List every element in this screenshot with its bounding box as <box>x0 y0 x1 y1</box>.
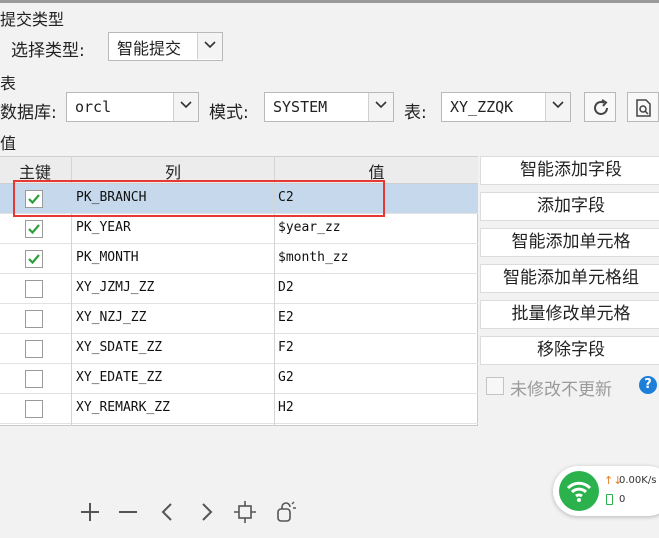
value-cell[interactable]: H2 <box>278 400 294 415</box>
chevron-down-icon[interactable] <box>197 33 222 59</box>
value-cell[interactable]: F2 <box>278 340 294 355</box>
help-icon[interactable]: ? <box>639 376 657 394</box>
refresh-icon <box>594 99 608 115</box>
unlink-icon[interactable] <box>273 500 297 524</box>
primary-key-checkbox[interactable] <box>25 280 43 298</box>
preview-button[interactable] <box>627 92 659 122</box>
refresh-button[interactable] <box>584 92 616 122</box>
smart-add-field-button[interactable]: 智能添加字段 <box>480 156 659 185</box>
primary-key-checkbox[interactable] <box>25 250 43 268</box>
select-all-icon[interactable] <box>233 500 257 524</box>
remove-field-button[interactable]: 移除字段 <box>480 336 659 365</box>
value-cell[interactable]: $year_zz <box>278 220 341 235</box>
value-cell[interactable]: D2 <box>278 280 294 295</box>
add-field-button[interactable]: 添加字段 <box>480 192 659 221</box>
table-select[interactable]: XY_ZZQK <box>441 92 571 122</box>
top-border <box>0 0 659 3</box>
network-speed: 0.00K/s <box>619 475 657 486</box>
smart-add-cell-group-button[interactable]: 智能添加单元格组 <box>480 264 659 293</box>
chevron-down-icon[interactable] <box>368 93 393 121</box>
schema-select[interactable]: SYSTEM <box>264 92 394 122</box>
primary-key-checkbox[interactable] <box>25 220 43 238</box>
preview-icon <box>636 99 651 117</box>
column-name-cell[interactable]: XY_REMARK_ZZ <box>76 400 170 415</box>
database-value: orcl <box>75 98 112 116</box>
chevron-down-icon[interactable] <box>545 93 570 121</box>
chevron-right-icon[interactable] <box>194 500 218 524</box>
no-update-label: 未修改不更新 <box>510 380 612 400</box>
wifi-icon <box>559 471 599 511</box>
battery-icon <box>606 494 613 505</box>
schema-value: SYSTEM <box>273 98 328 116</box>
schema-label: 模式: <box>209 103 249 123</box>
select-type-label: 选择类型: <box>11 41 85 61</box>
submit-type-value: 智能提交 <box>117 39 182 58</box>
plus-icon[interactable] <box>78 500 102 524</box>
column-name-cell[interactable]: XY_EDATE_ZZ <box>76 370 162 385</box>
column-name-cell[interactable]: PK_YEAR <box>76 220 131 235</box>
chevron-down-icon[interactable] <box>173 93 198 121</box>
batch-edit-cell-button[interactable]: 批量修改单元格 <box>480 300 659 329</box>
highlight-box <box>13 180 385 217</box>
minus-icon[interactable] <box>116 500 140 524</box>
smart-add-cell-button[interactable]: 智能添加单元格 <box>480 228 659 257</box>
submit-type-select[interactable]: 智能提交 <box>108 32 223 61</box>
column-name-cell[interactable]: XY_NZJ_ZZ <box>76 310 146 325</box>
value-cell[interactable]: E2 <box>278 310 294 325</box>
check-icon <box>28 254 40 265</box>
primary-key-checkbox[interactable] <box>25 370 43 388</box>
chevron-left-icon[interactable] <box>156 500 180 524</box>
database-select[interactable]: orcl <box>66 92 199 122</box>
table-label: 表: <box>404 103 427 123</box>
table-section-label: 表 <box>0 74 17 93</box>
column-name-cell[interactable]: PK_MONTH <box>76 250 139 265</box>
column-name-cell[interactable]: XY_SDATE_ZZ <box>76 340 162 355</box>
table-value: XY_ZZQK <box>450 98 514 116</box>
primary-key-checkbox[interactable] <box>25 400 43 418</box>
primary-key-checkbox[interactable] <box>25 340 43 358</box>
value-cell[interactable]: G2 <box>278 370 294 385</box>
primary-key-checkbox[interactable] <box>25 310 43 328</box>
no-update-checkbox[interactable] <box>486 377 504 395</box>
value-cell[interactable]: $month_zz <box>278 250 348 265</box>
database-label: 数据库: <box>0 103 57 123</box>
column-name-cell[interactable]: XY_JZMJ_ZZ <box>76 280 154 295</box>
submit-type-section-label: 提交类型 <box>0 10 65 29</box>
network-widget[interactable]: ↑↓ 0.00K/s 0 <box>553 466 659 516</box>
value-section-label: 值 <box>0 134 17 153</box>
device-count: 0 <box>619 494 626 505</box>
check-icon <box>28 224 40 235</box>
